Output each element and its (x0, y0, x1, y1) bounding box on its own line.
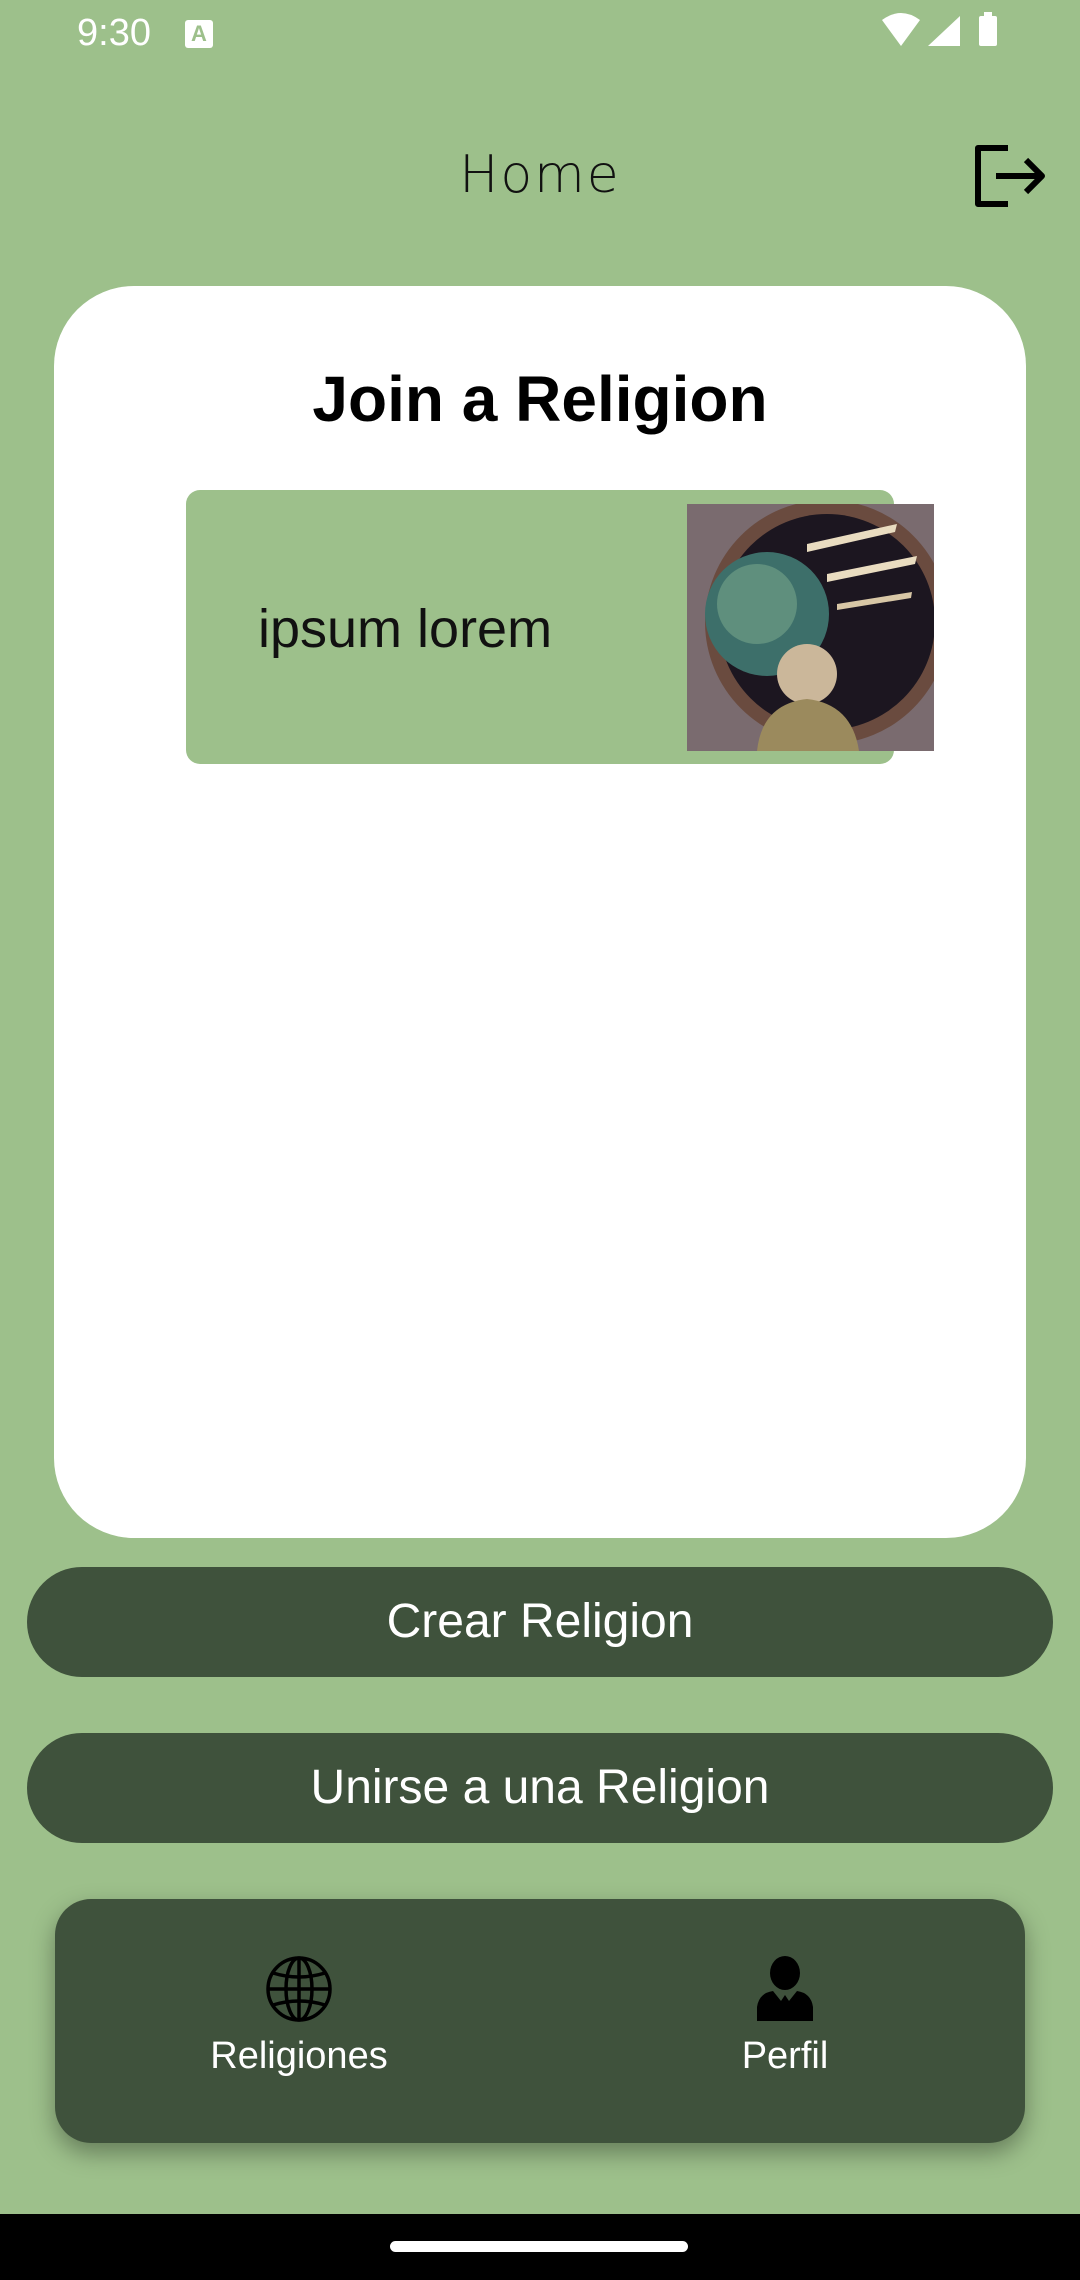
nav-label-perfil: Perfil (741, 2035, 829, 2077)
logout-button[interactable] (970, 140, 1050, 215)
card-title: Join a Religion (312, 363, 768, 435)
cell-signal-icon (928, 16, 960, 46)
battery-icon (979, 12, 997, 46)
logout-icon (975, 145, 1045, 207)
globe-icon (266, 1956, 332, 2022)
join-religion-button[interactable]: Unirse a una Religion (27, 1733, 1053, 1843)
create-religion-button[interactable]: Crear Religion (27, 1567, 1053, 1677)
nav-item-perfil[interactable]: Perfil (655, 1955, 915, 2095)
religion-thumbnail-image (687, 504, 934, 751)
home-indicator[interactable] (390, 2241, 688, 2252)
status-icons (882, 12, 997, 46)
nav-item-religiones[interactable]: Religiones (169, 1955, 429, 2095)
user-icon (757, 1956, 813, 2021)
status-time: 9:30 (77, 12, 151, 54)
religion-item-label: ipsum lorem (258, 599, 553, 659)
wifi-icon (882, 13, 920, 46)
nav-label-religiones: Religiones (210, 2035, 388, 2077)
text-recognition-icon: A (185, 20, 213, 48)
page-title: Home (459, 145, 621, 205)
religion-card (54, 286, 1026, 1538)
